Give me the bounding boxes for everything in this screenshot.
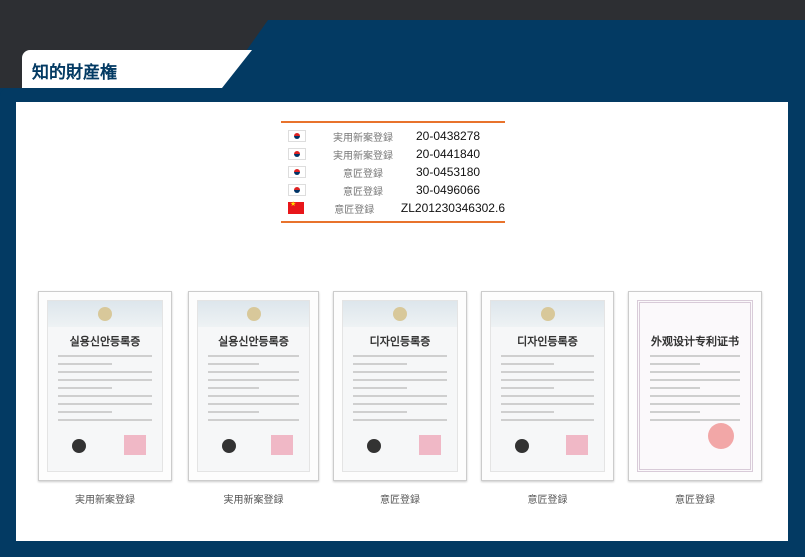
stamp-icon — [124, 435, 146, 455]
patent-row: 実用新案登録 20-0441840 — [281, 145, 505, 163]
korea-flag-icon — [288, 148, 306, 160]
certificate-caption: 意匠登録 — [675, 495, 715, 506]
patent-type: 実用新案登録 — [333, 150, 393, 162]
patent-row: 意匠登録 30-0453180 — [281, 163, 505, 181]
certificate-image[interactable]: 실용신안등록증 — [188, 291, 319, 481]
content-area: 実用新案登録 20-0438278 実用新案登録 20-0441840 意匠登録… — [16, 102, 788, 541]
patent-type: 意匠登録 — [343, 168, 383, 180]
stamp-icon — [566, 435, 588, 455]
kipo-logo-icon — [222, 439, 236, 453]
certificate-title: 실용신안등록증 — [69, 335, 141, 348]
certificate-caption: 実用新案登録 — [223, 495, 284, 506]
section-tab: 知的財産権 — [22, 50, 252, 88]
patent-number: 30-0453180 — [416, 165, 481, 179]
certificate-caption: 意匠登録 — [527, 495, 568, 506]
stamp-icon — [271, 435, 293, 455]
certificate-title: 디자인등록증 — [369, 335, 431, 348]
certificate-title: 外观设计专利证书 — [651, 335, 739, 348]
patent-row: 意匠登録 30-0496066 — [281, 181, 505, 199]
certificate-caption: 意匠登録 — [380, 495, 420, 506]
patent-number: 20-0441840 — [416, 147, 481, 161]
certificate-title: 실용신안등록증 — [218, 335, 289, 348]
certificate-image[interactable]: 디자인등록증 — [333, 291, 467, 481]
page-title: 知的財産権 — [32, 63, 117, 83]
patent-list: 実用新案登録 20-0438278 実用新案登録 20-0441840 意匠登録… — [281, 121, 505, 223]
patent-number: 30-0496066 — [416, 183, 481, 197]
certificate-image[interactable]: 실용신안등록증 — [38, 291, 172, 481]
certificate-title: 디자인등록증 — [517, 335, 578, 348]
stamp-icon — [708, 423, 734, 449]
patent-type: 意匠登録 — [343, 186, 383, 198]
patent-row: 意匠登録 ZL201230346302.6 — [281, 199, 505, 217]
patent-number: ZL201230346302.6 — [400, 201, 505, 215]
certificate-image[interactable]: 디자인등록증 — [481, 291, 614, 481]
korea-flag-icon — [288, 166, 306, 178]
china-flag-icon — [288, 200, 304, 214]
kipo-logo-icon — [515, 439, 529, 453]
kipo-logo-icon — [72, 439, 86, 453]
certificate-image[interactable]: 外观设计专利证书 — [628, 291, 762, 481]
patent-type: 実用新案登録 — [333, 132, 393, 144]
patent-row: 実用新案登録 20-0438278 — [281, 127, 505, 145]
korea-flag-icon — [288, 184, 306, 196]
patent-number: 20-0438278 — [416, 129, 481, 143]
korea-flag-icon — [288, 130, 306, 142]
kipo-logo-icon — [367, 439, 381, 453]
stamp-icon — [419, 435, 441, 455]
certificate-caption: 実用新案登録 — [75, 495, 135, 506]
patent-type: 意匠登録 — [334, 204, 375, 216]
